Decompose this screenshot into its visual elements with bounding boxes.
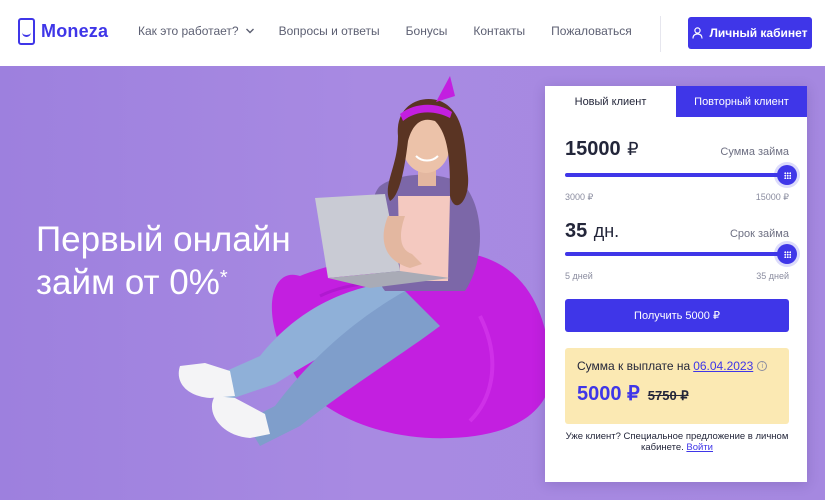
user-icon [692, 27, 704, 39]
hero-title: Первый онлайн займ от 0%* [36, 218, 291, 304]
login-link[interactable]: Войти [686, 442, 713, 453]
nav-contacts[interactable]: Контакты [473, 24, 525, 38]
term-unit: дн. [593, 221, 620, 241]
shoe-left [178, 363, 235, 398]
site-header: Moneza Как это работает? Вопросы и ответ… [0, 0, 825, 66]
tab-returning-client[interactable]: Повторный клиент [676, 86, 807, 117]
personal-cabinet-label: Личный кабинет [709, 26, 808, 40]
chevron-down-icon [245, 28, 254, 34]
promo-text: Уже клиент? Специальное предложение в ли… [565, 431, 789, 453]
amount-currency: ₽ [627, 139, 639, 159]
get-loan-button[interactable]: Получить 5000 ₽ [565, 299, 789, 332]
term-range: 5 дней 35 дней [565, 271, 789, 281]
promo-text-block: Уже клиент? Специальное предложение в ли… [559, 431, 795, 453]
main-nav: Как это работает? Вопросы и ответы Бонус… [138, 24, 632, 38]
term-row: 35 дн. Срок займа [565, 220, 789, 243]
payout-new-sum: 5000 ₽ [577, 383, 640, 405]
amount-slider-handle[interactable] [777, 165, 797, 185]
amount-row: 15000 ₽ Сумма займа [565, 138, 789, 161]
nav-faq[interactable]: Вопросы и ответы [279, 24, 380, 38]
term-min: 5 дней [565, 271, 593, 281]
nav-complain[interactable]: Пожаловаться [551, 24, 632, 38]
amount-range: 3000 ₽ 15000 ₽ [565, 192, 789, 203]
amount-min: 3000 ₽ [565, 192, 594, 202]
hero-title-line2: займ от 0% [36, 263, 220, 302]
term-label: Срок займа [729, 228, 789, 240]
term-slider-handle[interactable] [777, 244, 797, 264]
hero-title-footnote-mark: * [219, 267, 228, 289]
hero-title-line1: Первый онлайн [36, 220, 291, 259]
header-divider [660, 16, 661, 52]
payout-line: Сумма к выплате на 06.04.2023 i [577, 359, 777, 373]
payout-old-sum: 5750 ₽ [647, 388, 689, 403]
nav-bonuses[interactable]: Бонусы [406, 24, 448, 38]
amount-value: 15000 [565, 138, 621, 160]
payout-label: Сумма к выплате на [577, 359, 691, 373]
term-max: 35 дней [756, 271, 789, 281]
payout-date[interactable]: 06.04.2023 [693, 359, 753, 373]
term-value: 35 [565, 220, 588, 242]
loan-calculator: Новый клиент Повторный клиент 15000 ₽ Су… [545, 86, 807, 482]
amount-label: Сумма займа [720, 146, 789, 158]
client-tabs: Новый клиент Повторный клиент [545, 86, 807, 117]
personal-cabinet-button[interactable]: Личный кабинет [688, 17, 812, 49]
payout-sum: 5000 ₽ 5750 ₽ [577, 381, 777, 406]
logo[interactable]: Moneza [18, 18, 108, 45]
logo-text: Moneza [41, 21, 109, 41]
tab-new-client[interactable]: Новый клиент [545, 86, 676, 117]
payout-box: Сумма к выплате на 06.04.2023 i 5000 ₽ 5… [565, 348, 789, 424]
term-slider[interactable] [565, 244, 797, 264]
logo-icon [18, 18, 35, 45]
nav-how-it-works[interactable]: Как это работает? [138, 24, 255, 38]
amount-max: 15000 ₽ [755, 192, 789, 202]
grip-icon [783, 250, 791, 258]
shoe-right [211, 396, 270, 438]
amount-slider[interactable] [565, 165, 797, 185]
grip-icon [783, 171, 791, 179]
nav-how-it-works-label: Как это работает? [138, 24, 239, 38]
info-icon[interactable]: i [757, 361, 768, 371]
